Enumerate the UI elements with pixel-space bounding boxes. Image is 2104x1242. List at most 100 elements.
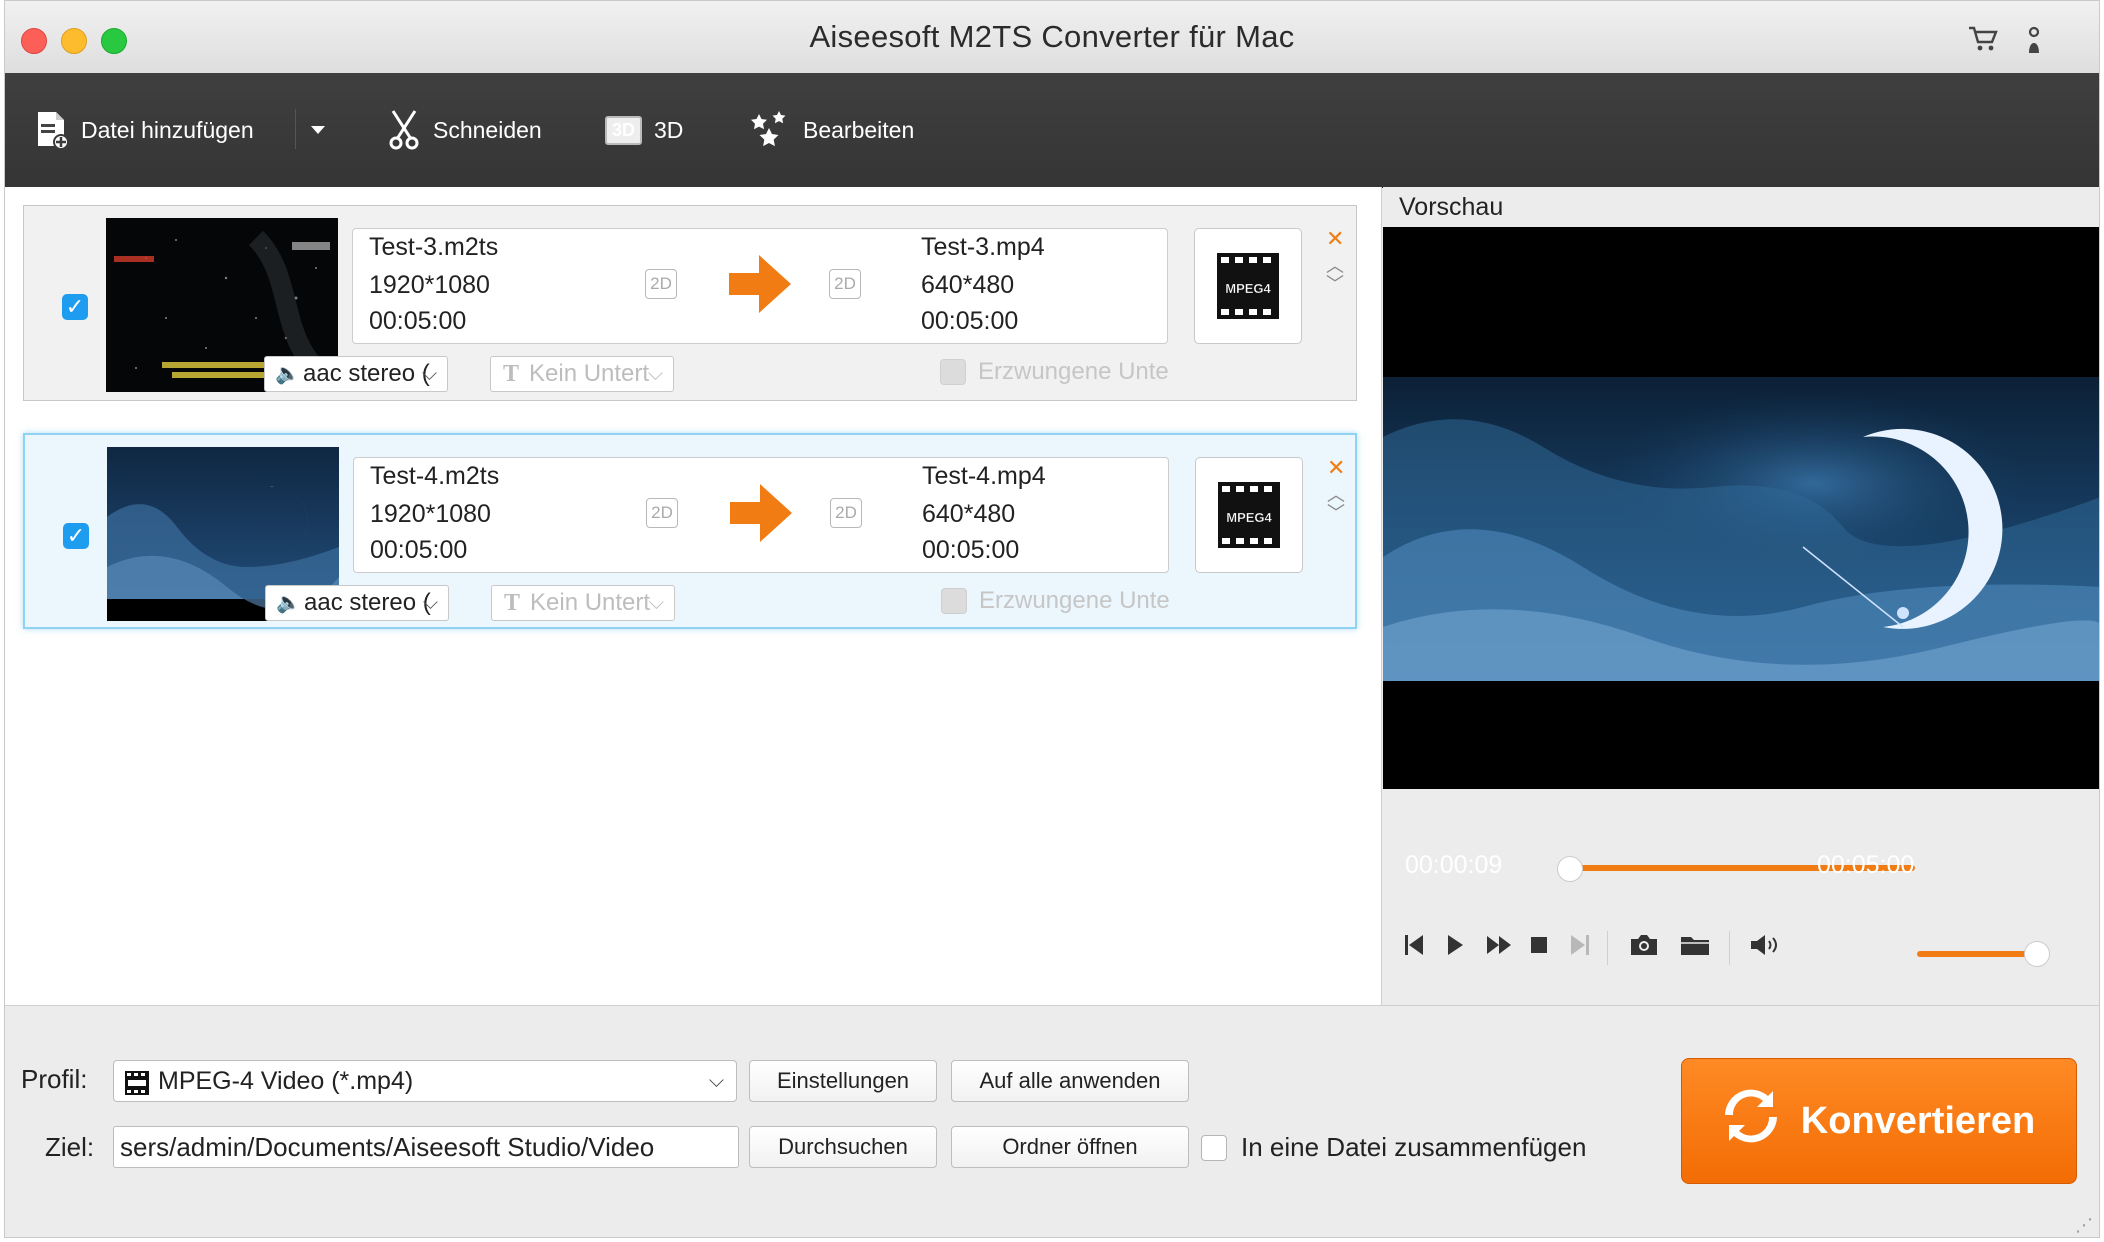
add-file-icon	[35, 110, 69, 150]
preview-screen[interactable]	[1383, 227, 2099, 789]
scissors-icon	[387, 109, 421, 151]
edit-button[interactable]: Bearbeiten	[749, 73, 914, 187]
cart-icon[interactable]	[1967, 25, 1999, 61]
cut-button[interactable]: Schneiden	[387, 73, 542, 187]
convert-arrow-icon	[729, 255, 791, 313]
output-2d-badge: 2D	[829, 269, 861, 299]
title-bar: Aiseesoft M2TS Converter für Mac	[5, 1, 2099, 74]
seek-handle[interactable]	[1556, 856, 1583, 882]
profile-select[interactable]: MPEG-4 Video (*.mp4) ⌵	[113, 1060, 737, 1102]
preview-panel: Vorschau 00:00:09 00:05:00	[1383, 187, 2099, 1005]
forced-subtitle-label: Erzwungene Unte	[979, 587, 1170, 614]
window-title: Aiseesoft M2TS Converter für Mac	[809, 19, 1295, 54]
source-duration: 00:05:00	[369, 307, 467, 335]
main-toolbar: Datei hinzufügen Schneiden 3D 3D Bearbei…	[5, 73, 2099, 188]
output-file-name: Test-4.mp4	[922, 462, 1046, 490]
edit-label: Bearbeiten	[803, 116, 915, 143]
target-label: Ziel:	[45, 1132, 95, 1162]
output-format-button[interactable]: MPEG4	[1194, 228, 1302, 344]
item-checkbox[interactable]: ✓	[62, 294, 88, 320]
forced-subtitle-checkbox: Erzwungene Unte	[941, 587, 1170, 615]
fast-forward-icon[interactable]	[1485, 933, 1513, 964]
item-checkbox[interactable]: ✓	[63, 523, 89, 549]
forced-subtitle-checkbox: Erzwungene Unte	[940, 358, 1169, 386]
folder-icon[interactable]	[1679, 933, 1711, 964]
source-resolution: 1920*1080	[370, 500, 491, 528]
user-icon[interactable]	[2023, 25, 2045, 63]
bottom-panel: Profil: MPEG-4 Video (*.mp4) ⌵ Einstellu…	[5, 1005, 2099, 1237]
profile-value: MPEG-4 Video (*.mp4)	[158, 1067, 414, 1095]
audio-track-dropdown[interactable]: 🔈 aac stereo ( ⌵	[264, 356, 448, 392]
chevron-down-icon: ⌵	[647, 363, 663, 385]
resize-grip-icon[interactable]: ⋰	[2075, 1215, 2093, 1236]
subtitle-dropdown: T Kein Untert ⌵	[490, 356, 674, 392]
source-resolution: 1920*1080	[369, 271, 490, 299]
volume-handle[interactable]	[2024, 941, 2050, 967]
3d-label: 3D	[654, 116, 684, 143]
refresh-icon	[1723, 1085, 1779, 1157]
convert-label: Konvertieren	[1800, 1099, 2036, 1142]
output-file-name: Test-3.mp4	[921, 233, 1045, 261]
convert-button[interactable]: Konvertieren	[1681, 1058, 2077, 1184]
3d-icon: 3D	[605, 115, 643, 145]
text-icon: T	[504, 590, 521, 616]
camera-icon[interactable]	[1629, 933, 1659, 964]
chevron-down-icon	[311, 126, 325, 134]
svg-text:MPEG4: MPEG4	[1226, 510, 1272, 525]
merge-label: In eine Datei zusammenfügen	[1241, 1132, 1587, 1162]
list-item[interactable]: ✓ Test-4.m2ts 1920*1080 00:05:00 2D 2D T…	[23, 433, 1357, 629]
output-duration: 00:05:00	[922, 536, 1020, 564]
next-frame-icon[interactable]	[1569, 933, 1591, 964]
target-path-input[interactable]: sers/admin/Documents/Aiseesoft Studio/Vi…	[113, 1126, 739, 1168]
file-list: ✓ Test-3.m2ts 1920*1080 00:05:00 2D 2D T…	[5, 187, 1382, 1005]
audio-track-dropdown[interactable]: 🔈 aac stereo ( ⌵	[265, 585, 449, 621]
preview-label: Vorschau	[1399, 193, 1504, 221]
apply-all-button[interactable]: Auf alle anwenden	[951, 1060, 1189, 1102]
chevron-down-icon: ⌵	[421, 363, 437, 385]
output-resolution: 640*480	[922, 500, 1016, 528]
skip-back-icon[interactable]	[1403, 933, 1425, 964]
total-time: 00:05:00	[1817, 851, 1915, 879]
current-time: 00:00:09	[1405, 851, 1503, 879]
output-resolution: 640*480	[921, 271, 1015, 299]
speaker-icon: 🔈	[276, 592, 301, 614]
add-file-dropdown[interactable]	[309, 73, 327, 187]
source-2d-badge: 2D	[646, 498, 678, 528]
stars-icon	[749, 110, 791, 150]
source-file-name: Test-3.m2ts	[369, 233, 499, 261]
output-2d-badge: 2D	[830, 498, 862, 528]
settings-button[interactable]: Einstellungen	[749, 1060, 937, 1102]
list-item[interactable]: ✓ Test-3.m2ts 1920*1080 00:05:00 2D 2D T…	[23, 205, 1357, 401]
volume-slider[interactable]	[1917, 951, 2037, 957]
source-file-name: Test-4.m2ts	[370, 462, 500, 490]
subtitle-dropdown: T Kein Untert ⌵	[491, 585, 675, 621]
move-down-icon[interactable]: ﹀	[1327, 499, 1345, 525]
merge-checkbox[interactable]: In eine Datei zusammenfügen	[1201, 1132, 1586, 1163]
remove-item-icon[interactable]: ✕	[1326, 226, 1344, 252]
preview-frame	[1383, 377, 2099, 681]
open-folder-button[interactable]: Ordner öffnen	[951, 1126, 1189, 1168]
text-icon: T	[503, 361, 520, 387]
file-info-box: Test-4.m2ts 1920*1080 00:05:00 2D 2D Tes…	[353, 457, 1169, 573]
play-icon[interactable]	[1445, 933, 1465, 964]
subtitle-value: Kein Untert	[530, 589, 651, 616]
convert-arrow-icon	[730, 484, 792, 542]
move-down-icon[interactable]: ﹀	[1326, 270, 1344, 296]
browse-button[interactable]: Durchsuchen	[749, 1126, 937, 1168]
add-file-label: Datei hinzufügen	[81, 116, 254, 143]
source-duration: 00:05:00	[370, 536, 468, 564]
checkbox-box	[941, 588, 967, 614]
output-duration: 00:05:00	[921, 307, 1019, 335]
subtitle-value: Kein Untert	[529, 360, 650, 387]
remove-item-icon[interactable]: ✕	[1327, 455, 1345, 481]
checkbox-box	[940, 359, 966, 385]
mpeg4-film-icon: MPEG4	[1217, 253, 1279, 319]
volume-icon[interactable]	[1749, 933, 1779, 964]
3d-button[interactable]: 3D 3D	[605, 73, 683, 187]
stop-icon[interactable]	[1529, 933, 1549, 964]
add-file-button[interactable]: Datei hinzufügen	[35, 73, 254, 187]
mpeg4-icon	[124, 1068, 150, 1108]
output-format-button[interactable]: MPEG4	[1195, 457, 1303, 573]
svg-text:MPEG4: MPEG4	[1225, 281, 1271, 296]
checkbox-box	[1201, 1134, 1227, 1161]
